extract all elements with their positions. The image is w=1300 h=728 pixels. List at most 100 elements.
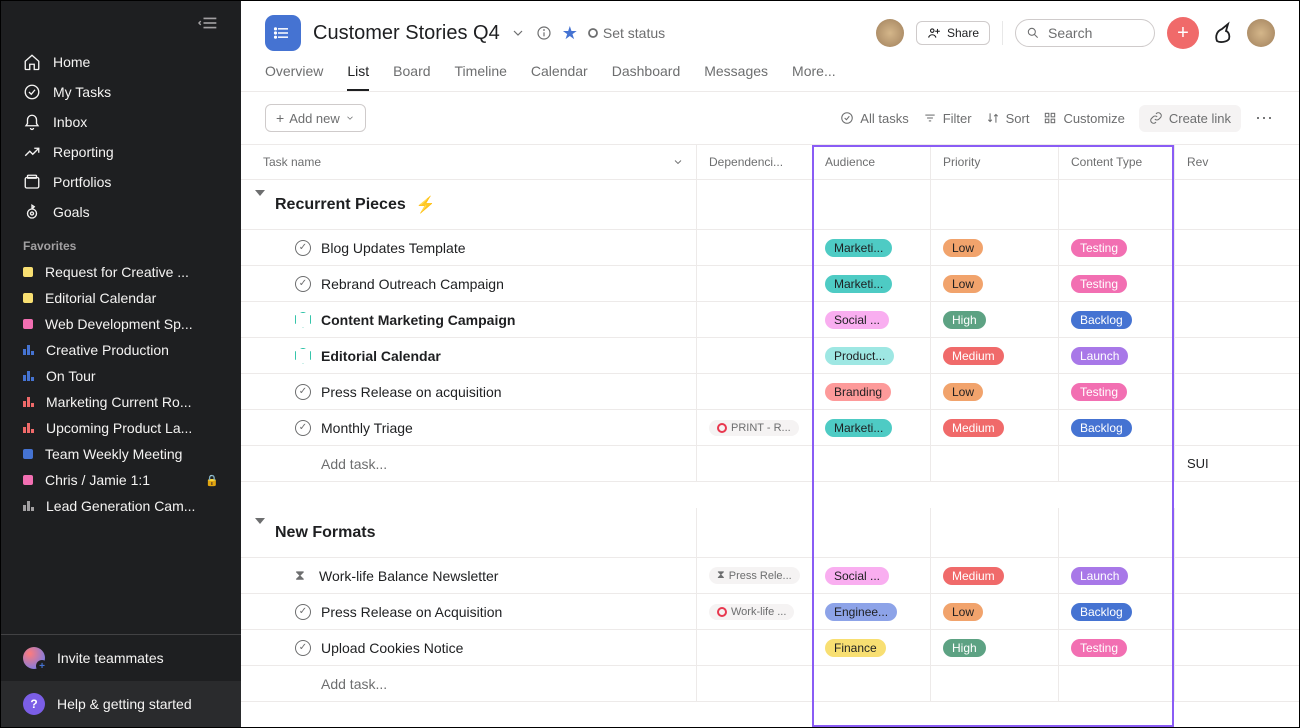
search-input[interactable]: Search bbox=[1015, 19, 1155, 47]
nav-goals[interactable]: Goals bbox=[1, 197, 241, 227]
task-row[interactable]: Rebrand Outreach CampaignMarketi...LowTe… bbox=[241, 266, 1299, 302]
task-check-icon[interactable] bbox=[295, 604, 311, 620]
column-header[interactable]: Content Type bbox=[1059, 145, 1175, 179]
content-type-pill[interactable]: Testing bbox=[1071, 639, 1127, 657]
caret-down-icon[interactable] bbox=[255, 196, 265, 214]
column-header[interactable]: Rev bbox=[1175, 145, 1225, 179]
add-new-button[interactable]: +Add new bbox=[265, 104, 366, 132]
priority-pill[interactable]: High bbox=[943, 639, 986, 657]
favorite-item[interactable]: Marketing Current Ro... bbox=[1, 389, 241, 415]
add-task[interactable]: Add task... bbox=[241, 666, 697, 701]
tab-overview[interactable]: Overview bbox=[265, 63, 323, 91]
customize-button[interactable]: Customize bbox=[1043, 111, 1124, 126]
column-header[interactable]: Dependenci... bbox=[697, 145, 813, 179]
column-header[interactable]: Priority bbox=[931, 145, 1059, 179]
priority-pill[interactable]: Medium bbox=[943, 347, 1004, 365]
create-link-button[interactable]: Create link bbox=[1139, 105, 1241, 132]
content-type-pill[interactable]: Backlog bbox=[1071, 311, 1132, 329]
content-type-pill[interactable]: Launch bbox=[1071, 567, 1128, 585]
chevron-down-icon[interactable] bbox=[510, 25, 526, 41]
audience-pill[interactable]: Social ... bbox=[825, 311, 889, 329]
content-type-pill[interactable]: Launch bbox=[1071, 347, 1128, 365]
audience-pill[interactable]: Branding bbox=[825, 383, 891, 401]
nav-portfolios[interactable]: Portfolios bbox=[1, 167, 241, 197]
dependency-pill[interactable]: PRINT - R... bbox=[709, 420, 799, 436]
add-task[interactable]: Add task... bbox=[241, 446, 697, 481]
audience-pill[interactable]: Finance bbox=[825, 639, 886, 657]
task-row[interactable]: ⧗Work-life Balance Newsletter⧗Press Rele… bbox=[241, 558, 1299, 594]
favorite-item[interactable]: Chris / Jamie 1:1🔒 bbox=[1, 467, 241, 493]
favorite-item[interactable]: On Tour bbox=[1, 363, 241, 389]
tab-calendar[interactable]: Calendar bbox=[531, 63, 588, 91]
favorite-item[interactable]: Team Weekly Meeting bbox=[1, 441, 241, 467]
help-button[interactable]: ? Help & getting started bbox=[1, 681, 241, 727]
favorite-item[interactable]: Creative Production bbox=[1, 337, 241, 363]
invite-teammates[interactable]: Invite teammates bbox=[1, 634, 241, 681]
tab-list[interactable]: List bbox=[347, 63, 369, 91]
content-type-pill[interactable]: Backlog bbox=[1071, 603, 1132, 621]
favorite-item[interactable]: Lead Generation Cam... bbox=[1, 493, 241, 519]
collapse-sidebar-icon[interactable] bbox=[197, 11, 221, 35]
dependency-pill[interactable]: Work-life ... bbox=[709, 604, 794, 620]
task-row[interactable]: Upload Cookies NoticeFinanceHighTesting bbox=[241, 630, 1299, 666]
task-row[interactable]: Blog Updates TemplateMarketi...LowTestin… bbox=[241, 230, 1299, 266]
priority-pill[interactable]: High bbox=[943, 311, 986, 329]
milestone-icon[interactable] bbox=[295, 348, 311, 364]
chevron-down-icon[interactable] bbox=[672, 156, 684, 168]
priority-pill[interactable]: Low bbox=[943, 275, 983, 293]
nav-reporting[interactable]: Reporting bbox=[1, 137, 241, 167]
tab-board[interactable]: Board bbox=[393, 63, 430, 91]
content-type-pill[interactable]: Testing bbox=[1071, 239, 1127, 257]
audience-pill[interactable]: Marketi... bbox=[825, 275, 892, 293]
more-icon[interactable]: ⋯ bbox=[1255, 108, 1275, 129]
content-type-pill[interactable]: Testing bbox=[1071, 275, 1127, 293]
task-check-icon[interactable] bbox=[295, 240, 311, 256]
user-avatar[interactable] bbox=[1247, 19, 1275, 47]
caret-down-icon[interactable] bbox=[255, 524, 265, 542]
info-icon[interactable] bbox=[536, 25, 552, 41]
audience-pill[interactable]: Marketi... bbox=[825, 419, 892, 437]
nav-my-tasks[interactable]: My Tasks bbox=[1, 77, 241, 107]
task-row[interactable]: Press Release on acquisitionBrandingLowT… bbox=[241, 374, 1299, 410]
priority-pill[interactable]: Low bbox=[943, 383, 983, 401]
task-row[interactable]: Editorial CalendarProduct...MediumLaunch bbox=[241, 338, 1299, 374]
audience-pill[interactable]: Social ... bbox=[825, 567, 889, 585]
task-check-icon[interactable] bbox=[295, 384, 311, 400]
column-header[interactable]: Task name bbox=[241, 145, 697, 179]
set-status[interactable]: Set status bbox=[588, 25, 665, 41]
upgrade-icon[interactable] bbox=[1211, 21, 1235, 45]
favorite-item[interactable]: Request for Creative ... bbox=[1, 259, 241, 285]
priority-pill[interactable]: Low bbox=[943, 603, 983, 621]
member-avatar[interactable] bbox=[876, 19, 904, 47]
section-header[interactable]: Recurrent Pieces⚡ bbox=[241, 180, 697, 229]
priority-pill[interactable]: Low bbox=[943, 239, 983, 257]
audience-pill[interactable]: Marketi... bbox=[825, 239, 892, 257]
filter-button[interactable]: Filter bbox=[923, 111, 972, 126]
task-row[interactable]: Press Release on AcquisitionWork-life ..… bbox=[241, 594, 1299, 630]
task-check-icon[interactable] bbox=[295, 276, 311, 292]
tab-messages[interactable]: Messages bbox=[704, 63, 768, 91]
tab-more[interactable]: More... bbox=[792, 63, 836, 91]
quick-add-button[interactable]: + bbox=[1167, 17, 1199, 49]
task-check-icon[interactable] bbox=[295, 640, 311, 656]
sort-button[interactable]: Sort bbox=[986, 111, 1030, 126]
all-tasks-button[interactable]: All tasks bbox=[840, 111, 908, 126]
priority-pill[interactable]: Medium bbox=[943, 567, 1004, 585]
content-type-pill[interactable]: Backlog bbox=[1071, 419, 1132, 437]
nav-home[interactable]: Home bbox=[1, 47, 241, 77]
dependency-pill[interactable]: ⧗Press Rele... bbox=[709, 567, 800, 584]
section-header[interactable]: New Formats bbox=[241, 508, 697, 557]
task-row[interactable]: Content Marketing CampaignSocial ...High… bbox=[241, 302, 1299, 338]
nav-inbox[interactable]: Inbox bbox=[1, 107, 241, 137]
share-button[interactable]: Share bbox=[916, 21, 990, 45]
content-type-pill[interactable]: Testing bbox=[1071, 383, 1127, 401]
star-icon[interactable]: ★ bbox=[562, 23, 578, 44]
task-row[interactable]: Monthly TriagePRINT - R...Marketi...Medi… bbox=[241, 410, 1299, 446]
tab-dashboard[interactable]: Dashboard bbox=[612, 63, 681, 91]
audience-pill[interactable]: Enginee... bbox=[825, 603, 897, 621]
audience-pill[interactable]: Product... bbox=[825, 347, 894, 365]
tab-timeline[interactable]: Timeline bbox=[455, 63, 507, 91]
milestone-icon[interactable] bbox=[295, 312, 311, 328]
favorite-item[interactable]: Editorial Calendar bbox=[1, 285, 241, 311]
favorite-item[interactable]: Web Development Sp... bbox=[1, 311, 241, 337]
